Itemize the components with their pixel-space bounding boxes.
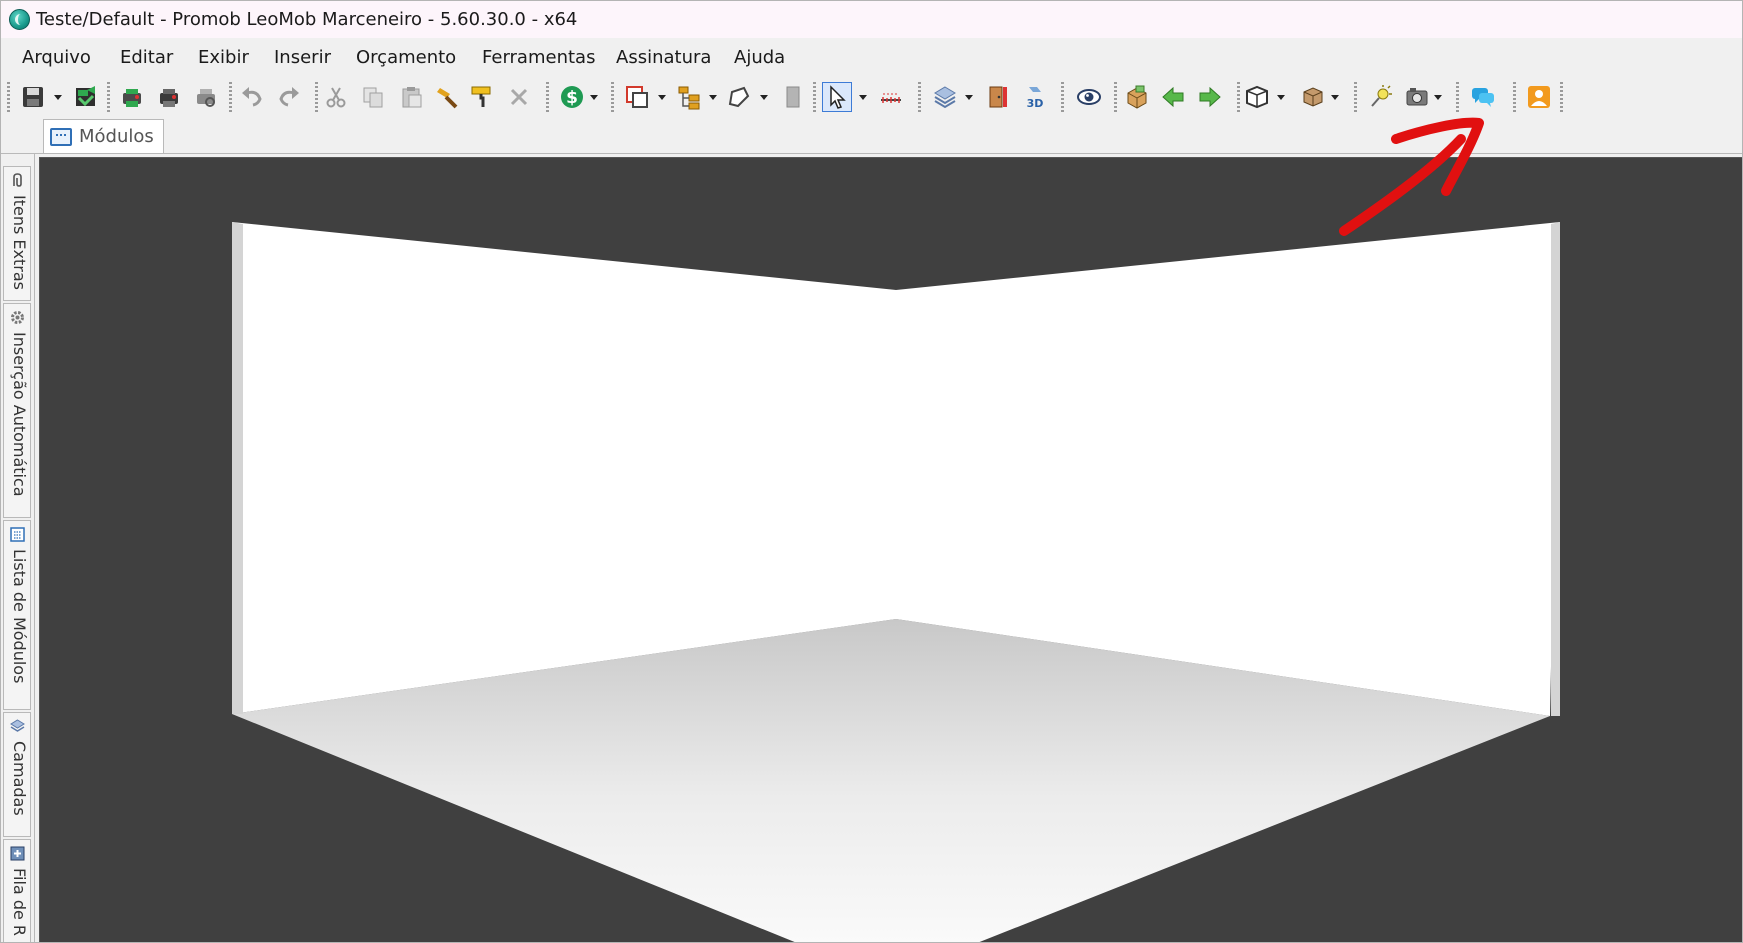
user-account-icon[interactable] xyxy=(1524,82,1554,112)
light-icon[interactable] xyxy=(1366,82,1396,112)
layers-dropdown-arrow[interactable] xyxy=(964,87,974,107)
room-scene xyxy=(232,222,1560,942)
menu-inserir[interactable]: Inserir xyxy=(274,47,331,68)
budget-dollar-icon[interactable]: $ xyxy=(557,82,587,112)
side-panel: Itens Extras Inserção Automática Lista d… xyxy=(1,154,35,942)
menu-exibir[interactable]: Exibir xyxy=(198,47,249,68)
shape-icon[interactable] xyxy=(724,82,754,112)
hierarchy-icon[interactable] xyxy=(674,82,704,112)
side-tab-insercao-automatica[interactable]: Inserção Automática xyxy=(3,303,31,518)
open-project-icon[interactable] xyxy=(71,82,101,112)
camera-dropdown-arrow[interactable] xyxy=(1433,87,1443,107)
insert-module-icon[interactable] xyxy=(622,82,652,112)
delete-icon[interactable] xyxy=(504,82,534,112)
toolbar-separator xyxy=(229,82,232,112)
side-tab-camadas[interactable]: Camadas xyxy=(3,712,31,837)
title-bar: Teste/Default - Promob LeoMob Marceneiro… xyxy=(1,1,1742,38)
3d-view-icon[interactable]: 3D xyxy=(1019,82,1049,112)
toolbar-separator xyxy=(315,82,318,112)
room-view-icon[interactable] xyxy=(1242,82,1272,112)
tab-modulos[interactable]: Módulos xyxy=(43,119,164,153)
gear-icon xyxy=(11,311,24,324)
hammer-icon[interactable] xyxy=(432,82,462,112)
toolbar-separator xyxy=(1456,82,1459,112)
print-icon[interactable] xyxy=(154,82,184,112)
redo-icon[interactable] xyxy=(274,82,304,112)
main-toolbar: $ 3D xyxy=(1,76,1742,118)
toolbar-separator xyxy=(546,82,549,112)
side-tab-label: Lista de Módulos xyxy=(10,549,29,684)
hierarchy-dropdown-arrow[interactable] xyxy=(708,87,718,107)
left-wall-edge xyxy=(232,222,243,714)
insert-module-dropdown-arrow[interactable] xyxy=(657,87,667,107)
door-icon[interactable] xyxy=(983,82,1013,112)
render-icon[interactable] xyxy=(117,82,147,112)
paperclip-icon xyxy=(13,173,22,187)
side-tab-itens-extras[interactable]: Itens Extras xyxy=(3,166,31,301)
menu-arquivo[interactable]: Arquivo xyxy=(22,47,91,68)
render-queue-icon xyxy=(10,846,25,861)
toolbar-grip xyxy=(7,82,10,112)
select-arrow-icon[interactable] xyxy=(822,82,852,112)
package-icon[interactable] xyxy=(1298,82,1328,112)
app-logo-icon xyxy=(9,9,30,30)
paste-icon[interactable] xyxy=(396,82,426,112)
side-tab-label: Fila de R xyxy=(10,868,29,937)
toolbar-separator xyxy=(1061,82,1064,112)
app-window: Teste/Default - Promob LeoMob Marceneiro… xyxy=(0,0,1743,943)
panel-icon[interactable] xyxy=(778,82,808,112)
side-tab-label: Inserção Automática xyxy=(10,332,29,497)
menu-bar: Arquivo Editar Exibir Inserir Orçamento … xyxy=(1,38,1742,76)
toolbar-separator xyxy=(107,82,110,112)
eye-icon[interactable] xyxy=(1074,82,1104,112)
modules-icon xyxy=(50,127,72,146)
camera-icon[interactable] xyxy=(1402,82,1432,112)
forward-arrow-icon[interactable] xyxy=(1195,82,1225,112)
undo-icon[interactable] xyxy=(237,82,267,112)
shape-dropdown-arrow[interactable] xyxy=(759,87,769,107)
menu-ajuda[interactable]: Ajuda xyxy=(734,47,785,68)
menu-assinatura[interactable]: Assinatura xyxy=(616,47,711,68)
save-dropdown-arrow[interactable] xyxy=(53,87,63,107)
measure-icon[interactable] xyxy=(876,82,906,112)
room-view-dropdown-arrow[interactable] xyxy=(1276,87,1286,107)
package-dropdown-arrow[interactable] xyxy=(1330,87,1340,107)
document-tab-strip: Módulos xyxy=(1,118,1742,154)
toolbar-separator xyxy=(813,82,816,112)
3d-viewport[interactable] xyxy=(39,157,1742,942)
toolbar-separator xyxy=(1354,82,1357,112)
paint-roller-icon[interactable] xyxy=(467,82,497,112)
budget-dropdown-arrow[interactable] xyxy=(589,87,599,107)
copy-icon[interactable] xyxy=(358,82,388,112)
tab-modulos-label: Módulos xyxy=(79,126,154,147)
side-tab-label: Itens Extras xyxy=(10,195,29,290)
side-tab-lista-de-modulos[interactable]: Lista de Módulos xyxy=(3,520,31,710)
menu-orcamento[interactable]: Orçamento xyxy=(356,47,456,68)
window-title: Teste/Default - Promob LeoMob Marceneiro… xyxy=(36,9,578,30)
side-tab-fila-de-r[interactable]: Fila de R xyxy=(3,839,31,942)
toolbar-separator xyxy=(1237,82,1240,112)
toolbar-separator xyxy=(1513,82,1516,112)
svg-text:3D: 3D xyxy=(1027,97,1044,110)
menu-editar[interactable]: Editar xyxy=(120,47,173,68)
toolbar-separator xyxy=(611,82,614,112)
cut-icon[interactable] xyxy=(321,82,351,112)
layers-icon xyxy=(10,719,25,732)
toolbar-end-separator xyxy=(1560,82,1563,112)
layers-icon[interactable] xyxy=(930,82,960,112)
toolbar-separator xyxy=(918,82,921,112)
side-tab-label: Camadas xyxy=(10,741,29,816)
save-icon[interactable] xyxy=(18,82,48,112)
right-wall-edge xyxy=(1551,222,1560,716)
print-preview-icon[interactable] xyxy=(191,82,221,112)
back-arrow-icon[interactable] xyxy=(1158,82,1188,112)
module-list-icon xyxy=(10,527,25,542)
box-icon[interactable] xyxy=(1122,82,1152,112)
svg-text:$: $ xyxy=(566,88,578,108)
select-dropdown-arrow[interactable] xyxy=(858,87,868,107)
menu-ferramentas[interactable]: Ferramentas xyxy=(482,47,595,68)
toolbar-separator xyxy=(1114,82,1117,112)
chat-support-icon[interactable] xyxy=(1468,82,1498,112)
